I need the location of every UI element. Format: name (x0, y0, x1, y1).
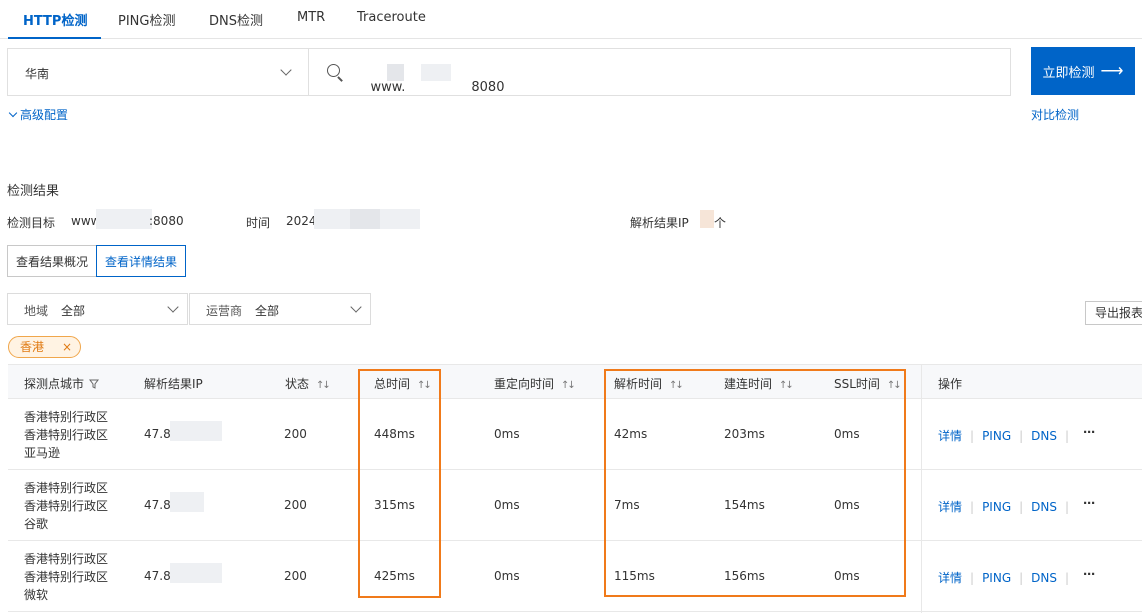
close-icon[interactable]: × (62, 337, 72, 357)
filter-tag-hongkong: 香港 × (8, 336, 81, 358)
redacted-block (421, 64, 451, 81)
arrow-right-icon: ⟶ (1100, 63, 1124, 80)
highlight-box-total (358, 369, 441, 598)
row-actions: 详情 | PING | DNS | ⋯ (938, 566, 1097, 586)
table-header: 探测点城市 解析结果IP 状态 ↑↓ 总时间 ↑↓ 重定向时间 ↑↓ 解析时间 ↑↓ 建… (8, 364, 1142, 399)
dns-link[interactable]: DNS (1031, 429, 1057, 443)
redacted-block (170, 492, 204, 512)
th-status[interactable]: 状态 ↑↓ (285, 375, 331, 392)
ping-link[interactable]: PING (982, 429, 1011, 443)
th-actions: 操作 (938, 377, 963, 391)
more-icon[interactable]: ⋯ (1083, 425, 1096, 439)
sort-icon: ↑↓ (561, 380, 576, 391)
chevron-down-icon (280, 64, 292, 76)
filter-icon[interactable] (89, 379, 100, 389)
ip-label: 解析结果IP (630, 216, 689, 230)
compare-check-link[interactable]: 对比检测 (1031, 106, 1079, 123)
target-suffix: :8080 (149, 214, 184, 228)
detail-link[interactable]: 详情 (938, 569, 962, 586)
url-prefix: www. (370, 80, 406, 95)
region-filter[interactable]: 地域 全部 (7, 293, 188, 325)
more-icon[interactable]: ⋯ (1083, 496, 1096, 510)
highlight-box-timings (604, 369, 906, 597)
redacted-block (170, 421, 222, 441)
view-details-button[interactable]: 查看详情结果 (96, 245, 186, 277)
target-label: 检测目标 (7, 216, 56, 230)
redacted-block (350, 209, 380, 229)
th-redirect-time[interactable]: 重定向时间 ↑↓ (494, 375, 576, 392)
export-report-button[interactable]: 导出报表 (1085, 301, 1142, 325)
sort-icon: ↑↓ (316, 380, 331, 391)
dns-link[interactable]: DNS (1031, 500, 1057, 514)
redacted-block (387, 64, 404, 81)
tab-bar: HTTP检测 PING检测 DNS检测 MTR Traceroute (0, 0, 1142, 39)
view-overview-button[interactable]: 查看结果概况 (7, 245, 97, 277)
th-city[interactable]: 探测点城市 (24, 375, 100, 392)
isp-filter[interactable]: 运营商 全部 (189, 293, 371, 325)
th-ip: 解析结果IP (144, 377, 203, 391)
start-check-button[interactable]: 立即检测 ⟶ (1031, 47, 1135, 95)
url-input[interactable]: www. 8080 (308, 48, 1011, 96)
results-title: 检测结果 (7, 184, 60, 199)
detail-link[interactable]: 详情 (938, 427, 962, 444)
active-tab-indicator (8, 37, 101, 39)
advanced-config-link[interactable]: 高级配置 (8, 106, 68, 123)
redacted-block (96, 209, 152, 229)
region-value: 华南 (25, 67, 50, 81)
tab-dns[interactable]: DNS检测 (209, 10, 263, 29)
more-icon[interactable]: ⋯ (1083, 567, 1096, 581)
region-select[interactable]: 华南 (7, 48, 309, 96)
row-actions: 详情 | PING | DNS | ⋯ (938, 495, 1097, 515)
search-icon (327, 64, 340, 77)
url-suffix: 8080 (471, 80, 505, 95)
chevron-down-icon (350, 301, 362, 313)
ip-count-suffix: 个 (714, 216, 727, 230)
tab-traceroute[interactable]: Traceroute (357, 10, 426, 25)
tab-http[interactable]: HTTP检测 (23, 10, 87, 29)
tab-ping[interactable]: PING检测 (118, 10, 175, 29)
tab-mtr[interactable]: MTR (297, 10, 325, 25)
redacted-block (700, 210, 714, 228)
column-divider (921, 364, 922, 613)
chevron-down-icon (167, 301, 179, 313)
ping-link[interactable]: PING (982, 500, 1011, 514)
detail-link[interactable]: 详情 (938, 498, 962, 515)
redacted-block (170, 563, 222, 583)
time-prefix: 2024 (286, 214, 317, 228)
dns-link[interactable]: DNS (1031, 571, 1057, 585)
row-actions: 详情 | PING | DNS | ⋯ (938, 424, 1097, 444)
ping-link[interactable]: PING (982, 571, 1011, 585)
time-label: 时间 (246, 216, 271, 230)
chevron-down-icon (8, 108, 18, 118)
